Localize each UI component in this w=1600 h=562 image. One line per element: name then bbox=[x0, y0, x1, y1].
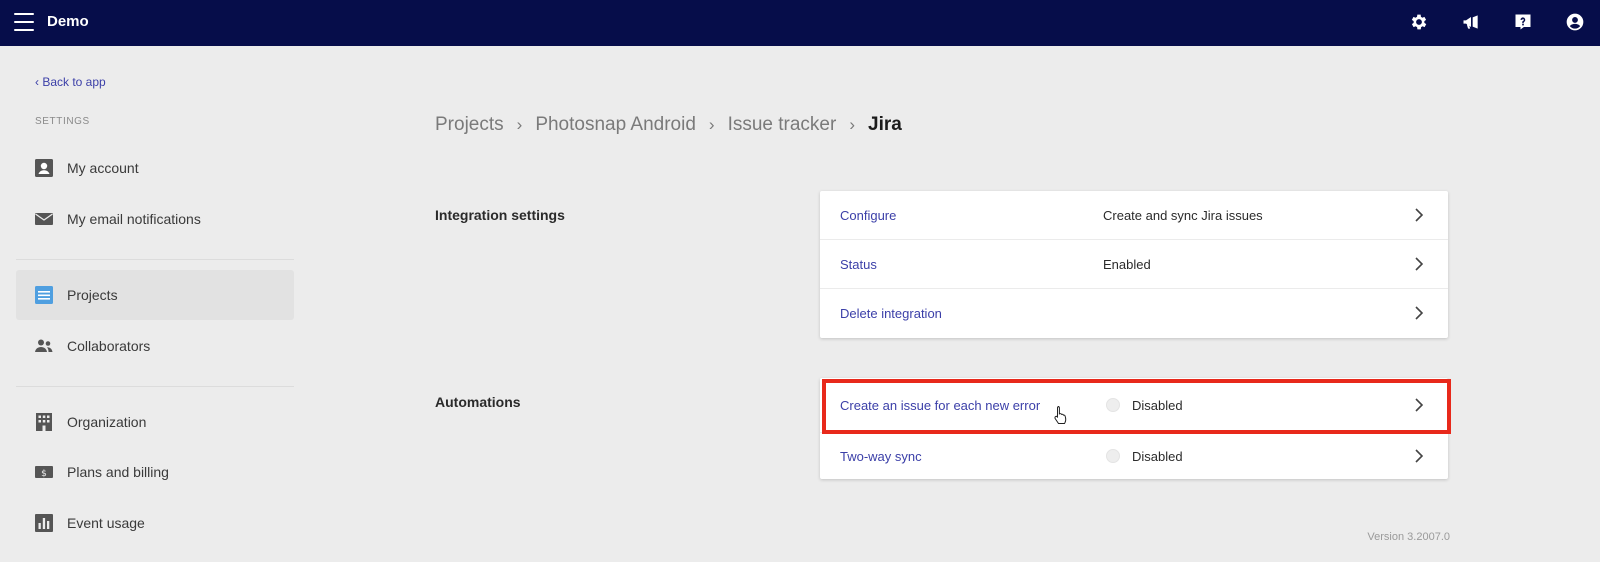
row-value: Disabled bbox=[1106, 398, 1183, 413]
chevron-right-icon[interactable] bbox=[1412, 397, 1426, 413]
help-icon[interactable] bbox=[1512, 11, 1534, 33]
status-text: Disabled bbox=[1132, 448, 1183, 464]
menu-icon[interactable] bbox=[14, 13, 34, 31]
sidebar: ‹ Back to app SETTINGS My account My ema… bbox=[0, 46, 300, 562]
billing-icon: $ bbox=[34, 462, 54, 482]
building-icon bbox=[34, 412, 54, 432]
sidebar-divider bbox=[16, 259, 294, 260]
gear-icon[interactable] bbox=[1408, 11, 1430, 33]
sidebar-item-label: My email notifications bbox=[67, 211, 201, 227]
top-bar: Demo bbox=[0, 0, 1600, 46]
automations-title: Automations bbox=[435, 394, 521, 410]
sidebar-item-collaborators[interactable]: Collaborators bbox=[16, 321, 294, 371]
sidebar-item-label: Plans and billing bbox=[67, 464, 169, 480]
status-text: Disabled bbox=[1132, 397, 1183, 413]
sidebar-item-my-account[interactable]: My account bbox=[16, 143, 294, 193]
automations-card: Create an issue for each new error Disab… bbox=[820, 378, 1448, 479]
projects-icon bbox=[34, 285, 54, 305]
row-value: Disabled bbox=[1106, 449, 1183, 464]
breadcrumb: Projects › Photosnap Android › Issue tra… bbox=[435, 114, 902, 136]
row-value: Create and sync Jira issues bbox=[1103, 207, 1263, 223]
sidebar-item-plans-billing[interactable]: $ Plans and billing bbox=[16, 447, 294, 497]
settings-section-label: SETTINGS bbox=[35, 116, 90, 127]
row-label[interactable]: Configure bbox=[840, 208, 896, 223]
configure-row[interactable]: Configure Create and sync Jira issues bbox=[820, 191, 1448, 240]
sidebar-item-label: Organization bbox=[67, 414, 147, 430]
user-icon[interactable] bbox=[1564, 11, 1586, 33]
breadcrumb-separator: › bbox=[708, 115, 715, 134]
sidebar-item-label: Collaborators bbox=[67, 338, 151, 354]
megaphone-icon[interactable] bbox=[1460, 11, 1482, 33]
status-dot-icon bbox=[1106, 449, 1120, 463]
app-title: Demo bbox=[47, 13, 89, 30]
delete-integration-row[interactable]: Delete integration bbox=[820, 289, 1448, 338]
integration-settings-title: Integration settings bbox=[435, 207, 565, 223]
back-to-app-link[interactable]: ‹ Back to app bbox=[35, 75, 106, 89]
status-row[interactable]: Status Enabled bbox=[820, 240, 1448, 289]
hand-cursor-icon bbox=[1053, 405, 1069, 425]
svg-text:$: $ bbox=[41, 469, 47, 479]
breadcrumb-separator: › bbox=[516, 115, 523, 134]
sidebar-item-label: Projects bbox=[67, 287, 118, 303]
top-bar-actions bbox=[1408, 11, 1586, 33]
chevron-right-icon[interactable] bbox=[1412, 305, 1426, 321]
chevron-right-icon[interactable] bbox=[1412, 207, 1426, 223]
row-value: Enabled bbox=[1103, 256, 1151, 272]
account-icon bbox=[34, 158, 54, 178]
sidebar-divider bbox=[16, 386, 294, 387]
row-label[interactable]: Delete integration bbox=[840, 306, 942, 321]
chevron-right-icon[interactable] bbox=[1412, 448, 1426, 464]
sidebar-item-label: My account bbox=[67, 160, 139, 176]
sidebar-item-organization[interactable]: Organization bbox=[16, 397, 294, 447]
breadcrumb-project[interactable]: Photosnap Android bbox=[535, 114, 696, 136]
integration-settings-card: Configure Create and sync Jira issues St… bbox=[820, 191, 1448, 338]
sidebar-item-label: Event usage bbox=[67, 515, 145, 531]
two-way-sync-row[interactable]: Two-way sync Disabled bbox=[820, 433, 1448, 479]
collaborators-icon bbox=[34, 336, 54, 356]
mail-icon bbox=[34, 209, 54, 229]
row-label[interactable]: Create an issue for each new error bbox=[840, 398, 1040, 413]
sidebar-item-projects[interactable]: Projects bbox=[16, 270, 294, 320]
create-issue-row[interactable]: Create an issue for each new error Disab… bbox=[820, 378, 1448, 433]
breadcrumb-issue-tracker[interactable]: Issue tracker bbox=[728, 114, 837, 136]
breadcrumb-projects[interactable]: Projects bbox=[435, 114, 504, 136]
row-label[interactable]: Two-way sync bbox=[840, 449, 922, 464]
bar-chart-icon bbox=[34, 513, 54, 533]
version-label: Version 3.2007.0 bbox=[1367, 531, 1450, 543]
chevron-right-icon[interactable] bbox=[1412, 256, 1426, 272]
sidebar-item-email-notifications[interactable]: My email notifications bbox=[16, 194, 294, 244]
row-label[interactable]: Status bbox=[840, 257, 877, 272]
status-dot-icon bbox=[1106, 398, 1120, 412]
sidebar-item-event-usage[interactable]: Event usage bbox=[16, 498, 294, 548]
breadcrumb-separator: › bbox=[849, 115, 855, 134]
breadcrumb-current: Jira bbox=[868, 114, 902, 135]
